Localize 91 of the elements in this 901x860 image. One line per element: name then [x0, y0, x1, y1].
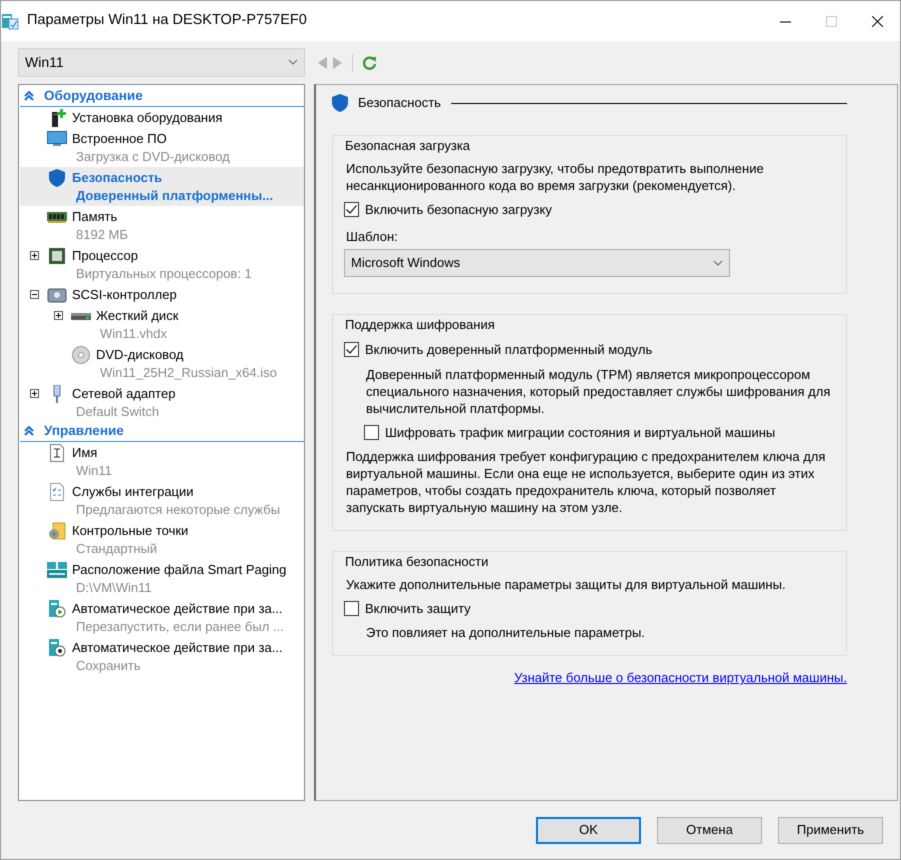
- checkbox-label[interactable]: Включить безопасную загрузку: [365, 200, 552, 219]
- description-text: Это повлияет на дополнительные параметры.: [366, 624, 646, 641]
- tree-item-label[interactable]: DVD-дисковод: [94, 346, 277, 364]
- tree-item[interactable]: DVD-дисковод Win11_25H2_Russian_x64.iso: [20, 344, 304, 383]
- tree-item-detail: Стандартный: [75, 540, 158, 558]
- collapse-toggle-icon[interactable]: [30, 290, 38, 300]
- checkbox-label[interactable]: Шифровать трафик миграции состояния и виртуальной машины: [385, 422, 776, 442]
- tree-item[interactable]: Установка оборудования: [20, 106, 304, 128]
- dialog-button[interactable]: Применить: [778, 816, 883, 844]
- tree-item-label[interactable]: Установка оборудования: [70, 108, 222, 127]
- checkbox[interactable]: [344, 600, 359, 616]
- field-label: Шаблон:: [346, 228, 399, 246]
- tree-item-detail: 8192 МБ: [75, 226, 128, 244]
- tree-item[interactable]: Жесткий диск Win11.vhdx: [20, 304, 304, 344]
- tree-item-detail: Win11_25H2_Russian_x64.iso: [99, 364, 277, 382]
- tree-item-detail: Default Switch: [75, 402, 160, 421]
- processor-chip-icon: [48, 246, 66, 265]
- dialog-button[interactable]: OK: [536, 816, 641, 844]
- tree-item[interactable]: Имя Win11: [20, 442, 304, 481]
- tree-item-label[interactable]: Расположение файла Smart Paging: [70, 560, 286, 579]
- tree-item[interactable]: Сетевой адаптер Default Switch: [20, 382, 304, 422]
- section-header[interactable]: Управление: [44, 421, 124, 442]
- shield-icon: [49, 168, 65, 187]
- tree-item-detail: Доверенный платформенны...: [75, 186, 274, 205]
- tree-item-label[interactable]: Автоматическое действие при за...: [70, 638, 283, 657]
- checkbox[interactable]: [344, 202, 359, 217]
- disc-icon: [72, 346, 90, 364]
- description-text: Используйте безопасную загрузку, чтобы предотвратить выполнение несанкционированного кода во время загрузки (рекомендуется).: [346, 160, 765, 194]
- learn-more-link[interactable]: Узнайте больше о безопасности виртуальной машины.: [514, 668, 847, 688]
- panel-title: Безопасность: [358, 94, 441, 112]
- tree-item-label[interactable]: Жесткий диск: [94, 306, 178, 325]
- checklist-document-icon: [50, 482, 64, 501]
- tree-item[interactable]: Автоматическое действие при за... Сохранить: [20, 636, 304, 676]
- tree-item-label[interactable]: Автоматическое действие при за...: [70, 600, 284, 618]
- tree-item-label[interactable]: Процессор: [70, 246, 252, 265]
- chevron-down-icon: [713, 260, 723, 266]
- checkbox[interactable]: [364, 424, 379, 440]
- tree-item-detail: Предлагаются некоторые службы: [75, 500, 280, 519]
- tree-item-label[interactable]: Память: [70, 208, 128, 226]
- window-title: Параметры Win11 на DESKTOP-P757EF0: [27, 11, 307, 30]
- tree-item-detail: Загрузка с DVD-дисковод: [75, 148, 230, 166]
- tree-item[interactable]: Расположение файла Smart Paging D:\VM\Win11: [20, 558, 304, 598]
- chevron-down-icon: [288, 59, 298, 66]
- description-text: Поддержка шифрования требует конфигурацию с предохранителем ключа для виртуальной машины. Если она еще не используется, выберите один из этих параметров, чтобы создать предохранитель ключа, который позволяет запускать виртуальную машину на этом узле.: [346, 448, 826, 516]
- dialog-button[interactable]: Отмена: [657, 816, 762, 844]
- tree-item-detail: Win11: [75, 462, 112, 480]
- checkbox-label[interactable]: Включить защиту: [365, 598, 471, 618]
- server-play-icon: [48, 600, 66, 618]
- expand-toggle-icon[interactable]: [30, 389, 38, 398]
- tree-item-label[interactable]: Службы интеграции: [70, 482, 280, 501]
- shield-icon: [332, 94, 348, 112]
- close-icon[interactable]: [872, 16, 882, 26]
- tree-item[interactable]: Службы интеграции Предлагаются некоторые службы: [20, 480, 304, 520]
- checkbox[interactable]: [344, 342, 359, 358]
- tree-item-detail: D:\VM\Win11: [75, 578, 153, 597]
- tree-item-label[interactable]: SCSI-контроллер: [70, 286, 177, 304]
- plug-icon: [51, 384, 63, 403]
- tree-item-label[interactable]: Контрольные точки: [70, 522, 188, 540]
- tree-item[interactable]: Процессор Виртуальных процессоров: 1: [20, 244, 304, 284]
- tree-item-label[interactable]: Сетевой адаптер: [70, 384, 176, 403]
- tree-item[interactable]: Память 8192 МБ: [20, 206, 304, 245]
- monitor-icon: [47, 130, 67, 147]
- refresh-icon[interactable]: [363, 56, 377, 70]
- tree-item[interactable]: SCSI-контроллер: [20, 284, 304, 305]
- tree-item-detail: Сохранить: [75, 656, 142, 675]
- expand-toggle-icon[interactable]: [54, 311, 62, 320]
- description-text: Укажите дополнительные параметры защиты для виртуальной машины.: [346, 576, 787, 592]
- expand-toggle-icon[interactable]: [30, 251, 38, 260]
- server-icon: [47, 562, 67, 578]
- collapse-section-icon[interactable]: [24, 91, 34, 102]
- vm-dropdown[interactable]: Win11: [18, 48, 305, 77]
- tree-item-detail: Win11.vhdx: [99, 324, 168, 343]
- drive-icon: [71, 310, 91, 321]
- tree-item[interactable]: Контрольные точки Стандартный: [20, 520, 304, 559]
- text-cursor-document-icon: [50, 444, 64, 462]
- section-header[interactable]: Оборудование: [44, 86, 143, 107]
- tree-item-detail: Виртуальных процессоров: 1: [75, 264, 252, 283]
- tree-item-label[interactable]: Встроенное ПО: [70, 130, 230, 148]
- controller-icon: [47, 286, 67, 303]
- tree-item-label[interactable]: Имя: [70, 444, 112, 462]
- tree-item[interactable]: Встроенное ПО Загрузка с DVD-дисковод: [20, 128, 304, 167]
- collapse-section-icon[interactable]: [24, 426, 34, 436]
- template-dropdown[interactable]: Microsoft Windows: [344, 248, 730, 276]
- memory-module-icon: [47, 210, 67, 223]
- tree-item-detail: Перезапустить, если ранее был ...: [75, 618, 284, 636]
- tree-item[interactable]: Безопасность Доверенный платформенны...: [20, 166, 304, 206]
- description-text: Доверенный платформенный модуль (TPM) является микропроцессором специального назначения, который предоставляет службы шифрования для вычислительной платформы.: [366, 366, 832, 416]
- server-stop-icon: [48, 638, 66, 657]
- tree-item-label[interactable]: Безопасность: [70, 168, 274, 187]
- tree-item[interactable]: Автоматическое действие при за... Перезапустить, если ранее был ...: [20, 598, 304, 637]
- checkbox-label[interactable]: Включить доверенный платформенный модуль: [365, 340, 652, 360]
